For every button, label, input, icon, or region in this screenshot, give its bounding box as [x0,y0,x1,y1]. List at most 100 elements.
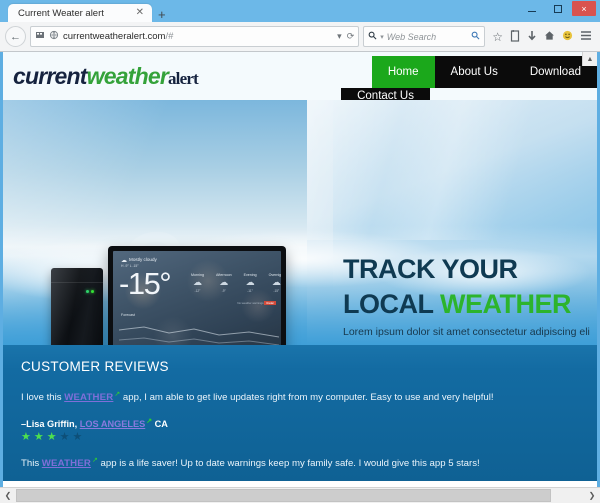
minimize-button[interactable] [520,1,544,16]
review-text-after: app is a life saver! Up to date warnings… [97,458,480,470]
browser-toolbar: ← currentweatheralert.com/# ▾ ⟳ ▾ Web Se… [0,22,600,52]
page-viewport: currentweatheralert Home About Us Downlo… [0,52,600,503]
reload-icon[interactable]: ⟳ [347,31,355,42]
chevron-down-icon[interactable]: ▾ [337,31,342,42]
star-icon: ★ [59,430,73,443]
hero-section: Cwa weatheralert ☁Mostly cloudy H -9° L … [3,100,597,345]
tower-reflection [51,268,103,345]
close-button[interactable]: × [572,1,596,16]
address-bar[interactable]: currentweatheralert.com/# ▾ ⟳ [30,26,360,47]
logo-part-current: current [13,62,87,89]
maximize-button[interactable] [546,1,570,16]
review-text-before: This [21,458,42,470]
green-led-icon [86,290,89,293]
star-icon: ★ [46,430,60,443]
screen-forecast-label: Forecast [121,313,135,317]
site-logo[interactable]: currentweatheralert [13,62,199,90]
review-item: I love this WEATHER↗ app, I am able to g… [21,390,579,444]
star-icon: ★ [72,430,86,443]
screen-condition: ☁ Mostly cloudy [121,257,157,264]
cloud-icon: ☁ [245,277,255,287]
home-icon[interactable] [544,30,555,43]
scroll-left-arrow[interactable]: ❮ [0,488,16,503]
monitor-image: ☁ Mostly cloudy H -9° L -15° -15° Morning… [108,246,286,345]
cloud-icon: ☁ [271,277,281,287]
hero-headline-weather: WEATHER [440,288,572,319]
search-icon [368,31,377,43]
hero-headline-line2: LOCAL WEATHER [343,287,593,322]
back-button[interactable]: ← [5,26,26,47]
tab-title: Current Weater alert [18,7,104,19]
new-tab-button[interactable]: + [158,8,166,21]
screen-radar-tag: Radar [264,301,276,305]
search-go-icon[interactable] [471,31,480,43]
url-path: /# [165,31,174,42]
review-author: –Lisa Griffin, LOS ANGELES↗ CA [21,417,579,429]
screen-forecast-graph [119,326,279,345]
scrollbar-track[interactable] [16,488,584,503]
hero-copy: TRACK YOUR LOCAL WEATHER Lorem ipsum dol… [343,252,593,338]
screen-warning-text: No weather warnings [237,301,264,305]
screen-condition-label: Mostly cloudy [129,257,157,262]
period-temp: -9° [221,288,226,293]
star-icon: ★ [33,430,47,443]
hero-subline: Lorem ipsum dolor sit amet consectetur a… [343,326,590,339]
browser-titlebar: Current Weater alert ✕ + × [0,0,600,22]
screen-period: Morning ☁ -12° [191,273,204,293]
site-identity-icon [35,30,45,43]
monitor-screen: ☁ Mostly cloudy H -9° L -15° -15° Morning… [113,251,281,345]
tab-close-icon[interactable]: ✕ [134,8,146,18]
browser-toolbar-icons: ☆ [489,29,595,44]
scrollbar-thumb[interactable] [16,489,551,502]
period-temp: -15° [273,288,280,293]
logo-part-alert: alert [167,68,199,88]
search-engine-chevron-icon[interactable]: ▾ [380,33,384,41]
address-bar-actions: ▾ ⟳ [337,31,354,42]
menu-icon[interactable] [580,30,592,43]
scroll-up-arrow[interactable]: ▲ [582,52,597,66]
search-placeholder: Web Search [386,31,437,42]
logo-part-weather: weather [86,62,169,89]
scroll-right-arrow[interactable]: ❯ [584,488,600,503]
smiley-icon[interactable] [562,30,573,43]
period-temp: -12° [194,288,201,293]
review-text: This WEATHER↗ app is a life saver! Up to… [21,456,579,472]
screen-warning-note: No weather warnings Radar [237,301,276,305]
window-controls: × [520,1,596,16]
downloads-icon[interactable] [527,30,537,44]
screen-period: Evening ☁ -11° [244,273,257,293]
review-text-after: app, I am able to get live updates right… [120,392,494,404]
horizontal-scrollbar[interactable]: ❮ ❯ [0,487,600,503]
review-text: I love this WEATHER↗ app, I am able to g… [21,390,579,406]
nav-item-about-us[interactable]: About Us [435,56,514,88]
reviews-heading: CUSTOMER REVIEWS [21,359,169,374]
shield-icon [49,30,59,43]
browser-tab[interactable]: Current Weater alert ✕ [8,4,152,22]
main-navigation: Home About Us Download [371,56,597,88]
screen-period: Afternoon ☁ -9° [216,273,232,293]
reading-list-icon[interactable] [510,29,520,44]
screen-period: Overnight ☁ -15° [269,273,281,293]
hero-headline-line1: TRACK YOUR [343,254,518,284]
computer-tower-image [51,268,103,345]
screen-periods: Morning ☁ -12° Afternoon ☁ -9° Evening ☁ [191,273,281,293]
screen-temperature: -15° [119,266,172,301]
star-icon: ★ [21,430,34,443]
review-city-link[interactable]: LOS ANGELES [80,419,146,429]
site-header: currentweatheralert Home About Us Downlo… [3,52,597,102]
hero-light-streak [307,100,597,240]
cloud-icon: ☁ [219,277,229,287]
hero-headline-local: LOCAL [343,288,440,319]
review-keyword-link[interactable]: WEATHER [42,458,91,469]
url-domain: currentweatheralert.com [63,31,166,42]
green-led-icon [91,290,94,293]
review-keyword-link[interactable]: WEATHER [64,392,113,403]
period-temp: -11° [247,288,253,293]
nav-item-home[interactable]: Home [371,56,435,88]
review-rating: ★★★★★ [21,431,579,444]
bookmark-star-icon[interactable]: ☆ [492,31,503,43]
review-text-before: I love this [21,392,65,404]
review-item: This WEATHER↗ app is a life saver! Up to… [21,456,579,472]
browser-window: Current Weater alert ✕ + × ← currentweat… [0,0,600,503]
search-input[interactable]: ▾ Web Search [363,26,486,47]
